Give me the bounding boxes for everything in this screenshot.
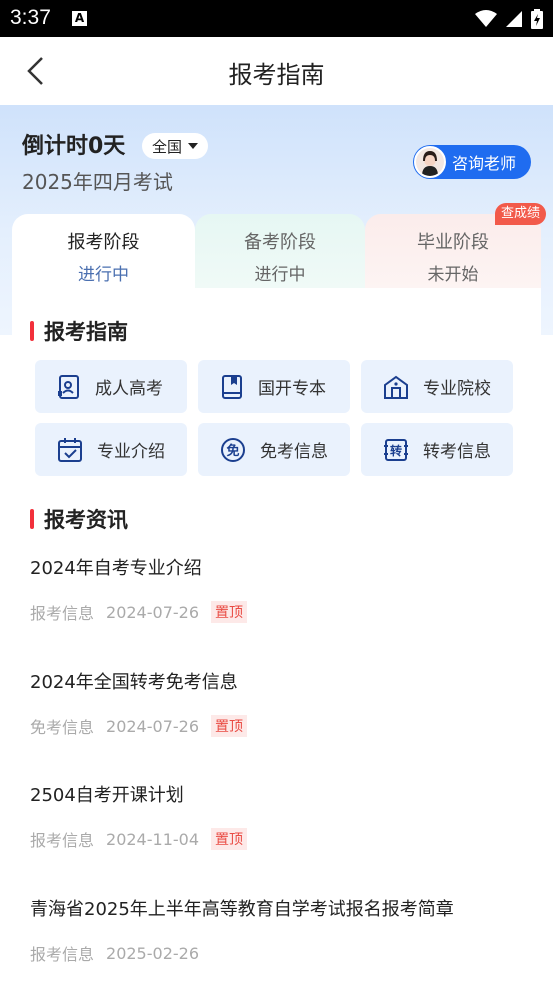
content-panel: 报考指南 成人高考 国开专本 专业院校 专业介绍 免 免考信息 转 转考信息 报… bbox=[12, 288, 541, 984]
news-category: 免考信息 bbox=[30, 718, 95, 737]
guide-section-title: 报考指南 bbox=[44, 320, 128, 344]
status-time: 3:37 bbox=[10, 6, 51, 29]
adult-exam-label: 成人高考 bbox=[95, 379, 163, 399]
section-marker bbox=[30, 509, 34, 529]
page-title: 报考指南 bbox=[228, 61, 325, 89]
region-label: 全国 bbox=[152, 137, 183, 156]
tab-status: 进行中 bbox=[254, 265, 306, 285]
news-title: 2024年自考专业介绍 bbox=[30, 558, 202, 579]
news-meta: 报考信息 2024-07-26 置顶 bbox=[30, 600, 530, 624]
exam-month: 2025年四月考试 bbox=[22, 170, 173, 194]
major-intro-button[interactable]: 专业介绍 bbox=[35, 423, 187, 476]
exemption-info-label: 免考信息 bbox=[260, 442, 328, 462]
exempt-circle-icon: 免 bbox=[221, 437, 245, 462]
tab-status: 进行中 bbox=[78, 265, 129, 285]
check-score-badge[interactable]: 查成绩 bbox=[495, 203, 547, 225]
news-meta: 报考信息 2024-11-04 置顶 bbox=[30, 827, 530, 851]
news-category: 报考信息 bbox=[30, 604, 95, 623]
transfer-icon: 转 bbox=[384, 438, 408, 461]
transfer-info-button[interactable]: 转 转考信息 bbox=[361, 423, 513, 476]
tab-label: 报考阶段 bbox=[67, 232, 140, 253]
status-icons bbox=[475, 9, 543, 29]
wifi-icon bbox=[475, 10, 497, 27]
caret-down-icon bbox=[188, 143, 199, 149]
tab-apply-stage[interactable]: 报考阶段 进行中 bbox=[12, 214, 195, 288]
guide-section-header: 报考指南 bbox=[30, 316, 128, 346]
tab-prepare-stage[interactable]: 备考阶段 进行中 bbox=[195, 214, 365, 288]
tab-graduate-stage[interactable]: 毕业阶段 未开始 bbox=[365, 214, 541, 288]
navigation-bar: 报考指南 bbox=[0, 37, 553, 105]
calendar-check-icon bbox=[58, 437, 82, 462]
status-bar: 3:37 A bbox=[0, 0, 553, 37]
news-title: 2024年全国转考免考信息 bbox=[30, 672, 238, 693]
news-section-title: 报考资讯 bbox=[44, 508, 128, 532]
countdown-text: 倒计时0天 bbox=[22, 134, 126, 159]
svg-text:免: 免 bbox=[226, 443, 239, 459]
news-item[interactable]: 2024年自考专业介绍 报考信息 2024-07-26 置顶 bbox=[30, 554, 530, 624]
news-date: 2025-02-26 bbox=[106, 943, 199, 963]
news-meta: 免考信息 2024-07-26 置顶 bbox=[30, 714, 530, 738]
id-card-icon bbox=[58, 374, 79, 399]
pinned-tag: 置顶 bbox=[211, 601, 247, 623]
news-item[interactable]: 2024年全国转考免考信息 免考信息 2024-07-26 置顶 bbox=[30, 668, 530, 738]
news-meta: 报考信息 2025-02-26 bbox=[30, 941, 530, 965]
news-title: 2504自考开课计划 bbox=[30, 785, 184, 806]
news-item[interactable]: 青海省2025年上半年高等教育自学考试报名报考简章 报考信息 2025-02-2… bbox=[30, 895, 530, 965]
consult-teacher-button[interactable]: 咨询老师 bbox=[413, 145, 531, 179]
tab-status: 未开始 bbox=[427, 265, 479, 285]
news-category: 报考信息 bbox=[30, 945, 95, 964]
open-university-button[interactable]: 国开专本 bbox=[198, 360, 350, 413]
transfer-info-label: 转考信息 bbox=[423, 442, 491, 462]
pinned-tag: 置顶 bbox=[211, 715, 247, 737]
news-title: 青海省2025年上半年高等教育自学考试报名报考简章 bbox=[30, 899, 454, 920]
colleges-label: 专业院校 bbox=[423, 379, 491, 399]
news-date: 2024-07-26 bbox=[106, 716, 199, 736]
svg-text:转: 转 bbox=[390, 443, 402, 458]
book-icon bbox=[222, 374, 242, 399]
news-date: 2024-11-04 bbox=[106, 829, 199, 849]
colleges-button[interactable]: 专业院校 bbox=[361, 360, 513, 413]
section-marker bbox=[30, 321, 34, 341]
news-section-header: 报考资讯 bbox=[30, 504, 128, 534]
major-intro-label: 专业介绍 bbox=[97, 442, 165, 462]
adult-exam-button[interactable]: 成人高考 bbox=[35, 360, 187, 413]
exemption-info-button[interactable]: 免 免考信息 bbox=[198, 423, 350, 476]
news-category: 报考信息 bbox=[30, 831, 95, 850]
tab-label: 备考阶段 bbox=[244, 232, 316, 253]
news-date: 2024-07-26 bbox=[106, 602, 199, 622]
teacher-avatar bbox=[414, 146, 446, 178]
signal-icon bbox=[506, 11, 522, 27]
region-selector[interactable]: 全国 bbox=[142, 133, 209, 159]
school-building-icon bbox=[384, 375, 408, 399]
open-university-label: 国开专本 bbox=[258, 379, 326, 399]
tab-label: 毕业阶段 bbox=[417, 232, 489, 253]
news-item[interactable]: 2504自考开课计划 报考信息 2024-11-04 置顶 bbox=[30, 781, 530, 851]
battery-icon bbox=[531, 9, 543, 29]
consult-label: 咨询老师 bbox=[452, 154, 517, 173]
pinned-tag: 置顶 bbox=[211, 828, 247, 850]
notification-a-icon: A bbox=[72, 11, 87, 26]
